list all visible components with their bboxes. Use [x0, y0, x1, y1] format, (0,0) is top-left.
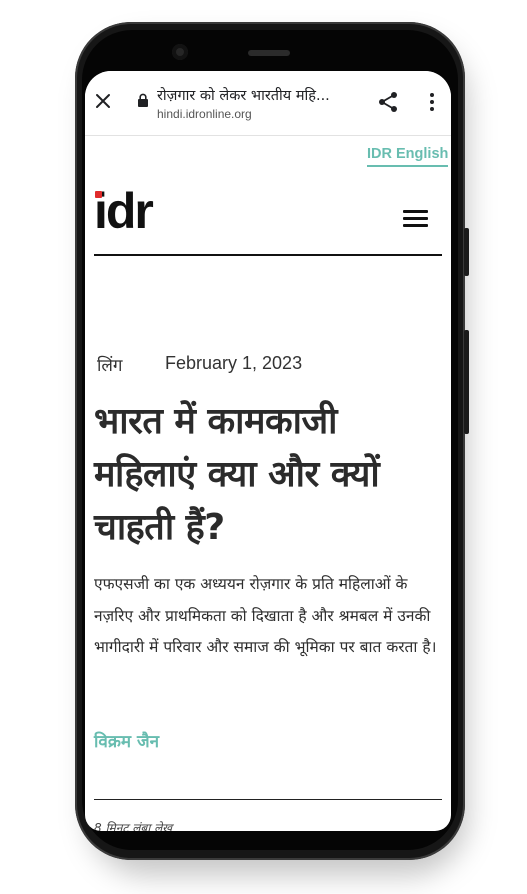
browser-url[interactable]: hindi.idronline.org [157, 107, 252, 121]
author-divider [94, 799, 442, 800]
phone-screen: रोज़गार को लेकर भारतीय महि... hindi.idro… [85, 71, 451, 831]
logo-text: idr [94, 183, 154, 239]
browser-toolbar: रोज़गार को लेकर भारतीय महि... hindi.idro… [85, 71, 451, 136]
browser-page-title[interactable]: रोज़गार को लेकर भारतीय महि... [157, 85, 357, 105]
header-divider [94, 254, 442, 256]
site-logo[interactable]: idr [94, 183, 160, 239]
more-vert-icon[interactable] [428, 92, 436, 112]
power-button [464, 330, 469, 434]
earpiece-speaker [248, 50, 290, 56]
volume-button [464, 228, 469, 276]
logo-dot [95, 191, 102, 198]
hamburger-menu-icon[interactable] [403, 210, 428, 228]
article-headline: भारत में कामकाजी महिलाएं क्या और क्यों च… [94, 401, 380, 548]
share-icon[interactable] [377, 91, 399, 113]
article-author[interactable]: विक्रम जैन [94, 729, 159, 752]
article-date: February 1, 2023 [165, 353, 303, 373]
article-category[interactable]: लिंग [97, 353, 123, 376]
lock-icon [138, 93, 148, 107]
language-switch-link[interactable]: IDR English [367, 146, 449, 167]
article-summary: एफएसजी का एक अध्ययन रोज़गार के प्रति महि… [94, 575, 437, 656]
read-time: 8 मिनट लंबा लेख [94, 821, 173, 831]
front-camera [172, 44, 188, 60]
close-icon[interactable] [95, 93, 111, 109]
